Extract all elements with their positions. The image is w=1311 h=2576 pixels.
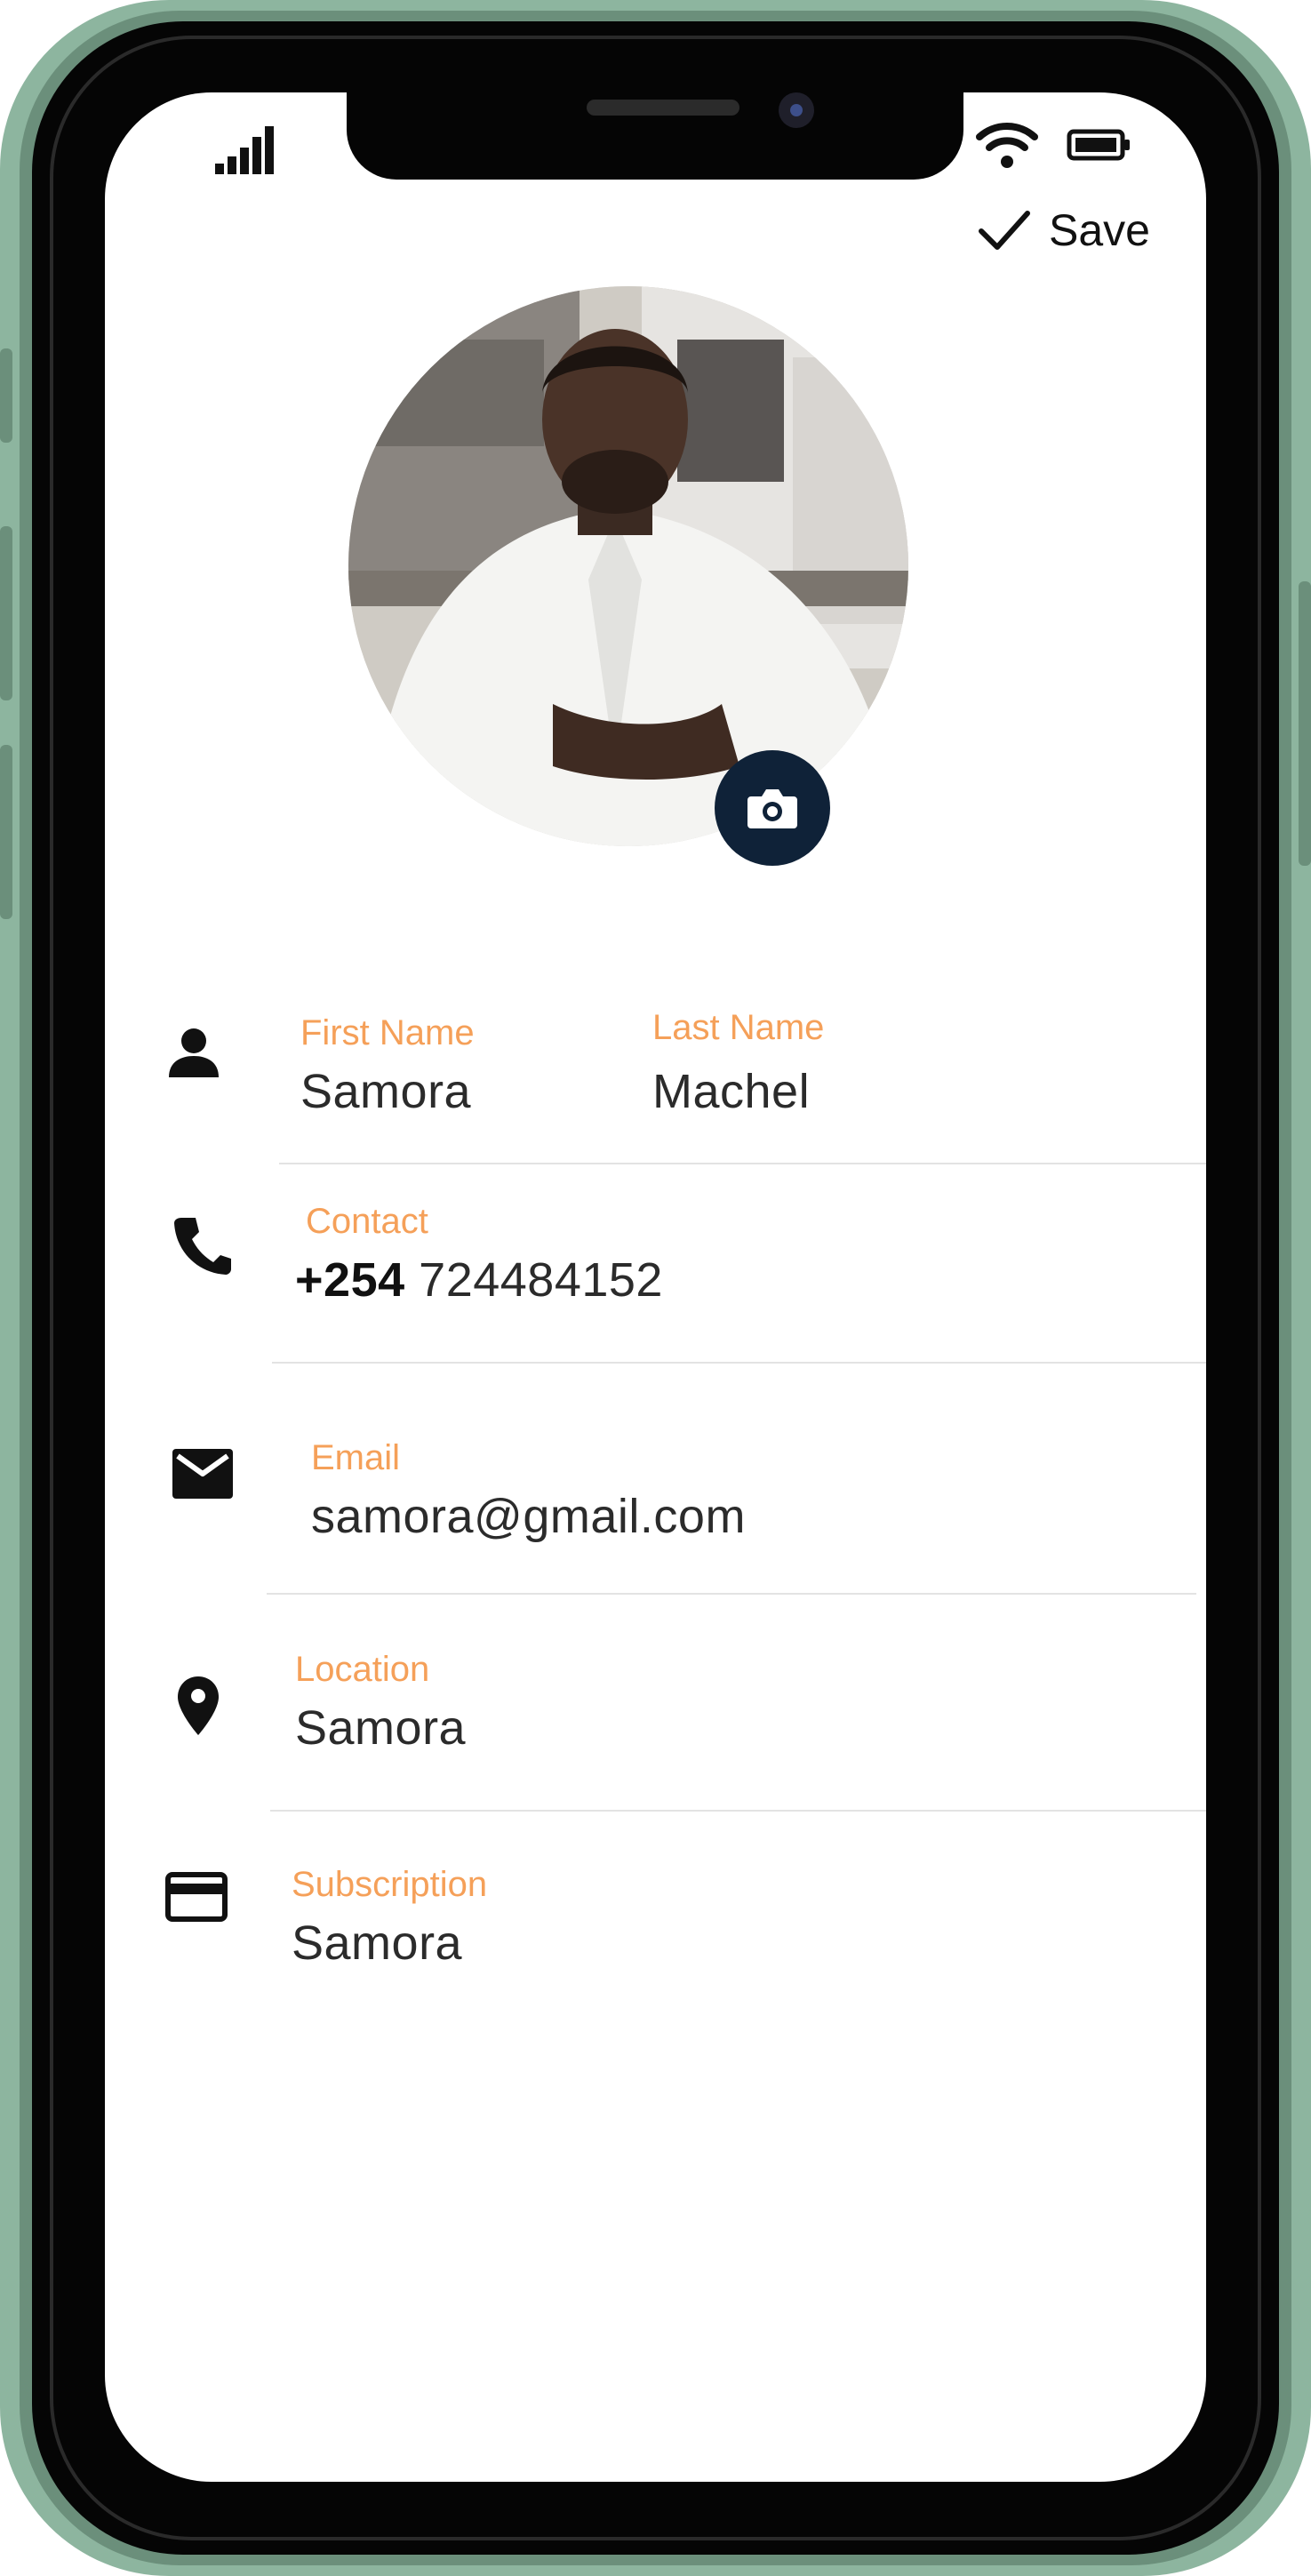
screen: Save First Name Samora Last Name Machel … (105, 92, 1206, 2482)
notch (347, 92, 963, 180)
status-bar-left (215, 124, 274, 179)
divider (267, 1593, 1196, 1595)
location-value: Samora (295, 1701, 467, 1755)
save-label: Save (1049, 205, 1150, 255)
divider (279, 1163, 1206, 1164)
check-icon (979, 211, 1030, 250)
change-photo-button[interactable] (715, 750, 830, 866)
subscription-label: Subscription (292, 1865, 488, 1904)
profile-avatar (348, 286, 908, 846)
first-name-value: Samora (300, 1065, 472, 1118)
front-camera (779, 92, 814, 128)
location-pin-icon (178, 1676, 219, 1735)
email-field[interactable]: Email samora@gmail.com (311, 1438, 746, 1544)
battery-icon (1067, 129, 1130, 161)
email-label: Email (311, 1438, 401, 1477)
wifi-icon (976, 123, 1038, 168)
person-icon (169, 1028, 219, 1077)
email-value: samora@gmail.com (311, 1490, 746, 1543)
divider (272, 1362, 1206, 1364)
subscription-field[interactable]: Subscription Samora (292, 1865, 487, 1971)
email-icon (172, 1449, 233, 1499)
contact-value: +254 724484152 (295, 1252, 663, 1308)
last-name-value: Machel (652, 1065, 811, 1118)
location-label: Location (295, 1650, 430, 1689)
status-bar-right (976, 121, 1131, 169)
mute-switch (0, 348, 12, 443)
last-name-label: Last Name (652, 1008, 825, 1047)
power-button (1299, 581, 1311, 866)
contact-field[interactable]: Contact +254 724484152 (295, 1202, 663, 1308)
save-button[interactable]: Save (978, 204, 1150, 256)
camera-icon (747, 789, 797, 828)
contact-label: Contact (306, 1202, 428, 1241)
subscription-value: Samora (292, 1916, 463, 1970)
speaker-grille (587, 100, 739, 116)
last-name-field[interactable]: Last Name Machel (652, 1008, 824, 1119)
first-name-label: First Name (300, 1013, 475, 1052)
location-field[interactable]: Location Samora (295, 1650, 466, 1756)
phone-icon (174, 1218, 231, 1275)
signal-icon (215, 126, 274, 174)
phone-number: 724484152 (419, 1253, 663, 1307)
divider (270, 1810, 1206, 1812)
volume-down-button (0, 745, 12, 919)
volume-up-button (0, 526, 12, 700)
first-name-field[interactable]: First Name Samora (300, 1013, 475, 1119)
credit-card-icon (165, 1872, 228, 1922)
country-code: +254 (295, 1253, 405, 1307)
